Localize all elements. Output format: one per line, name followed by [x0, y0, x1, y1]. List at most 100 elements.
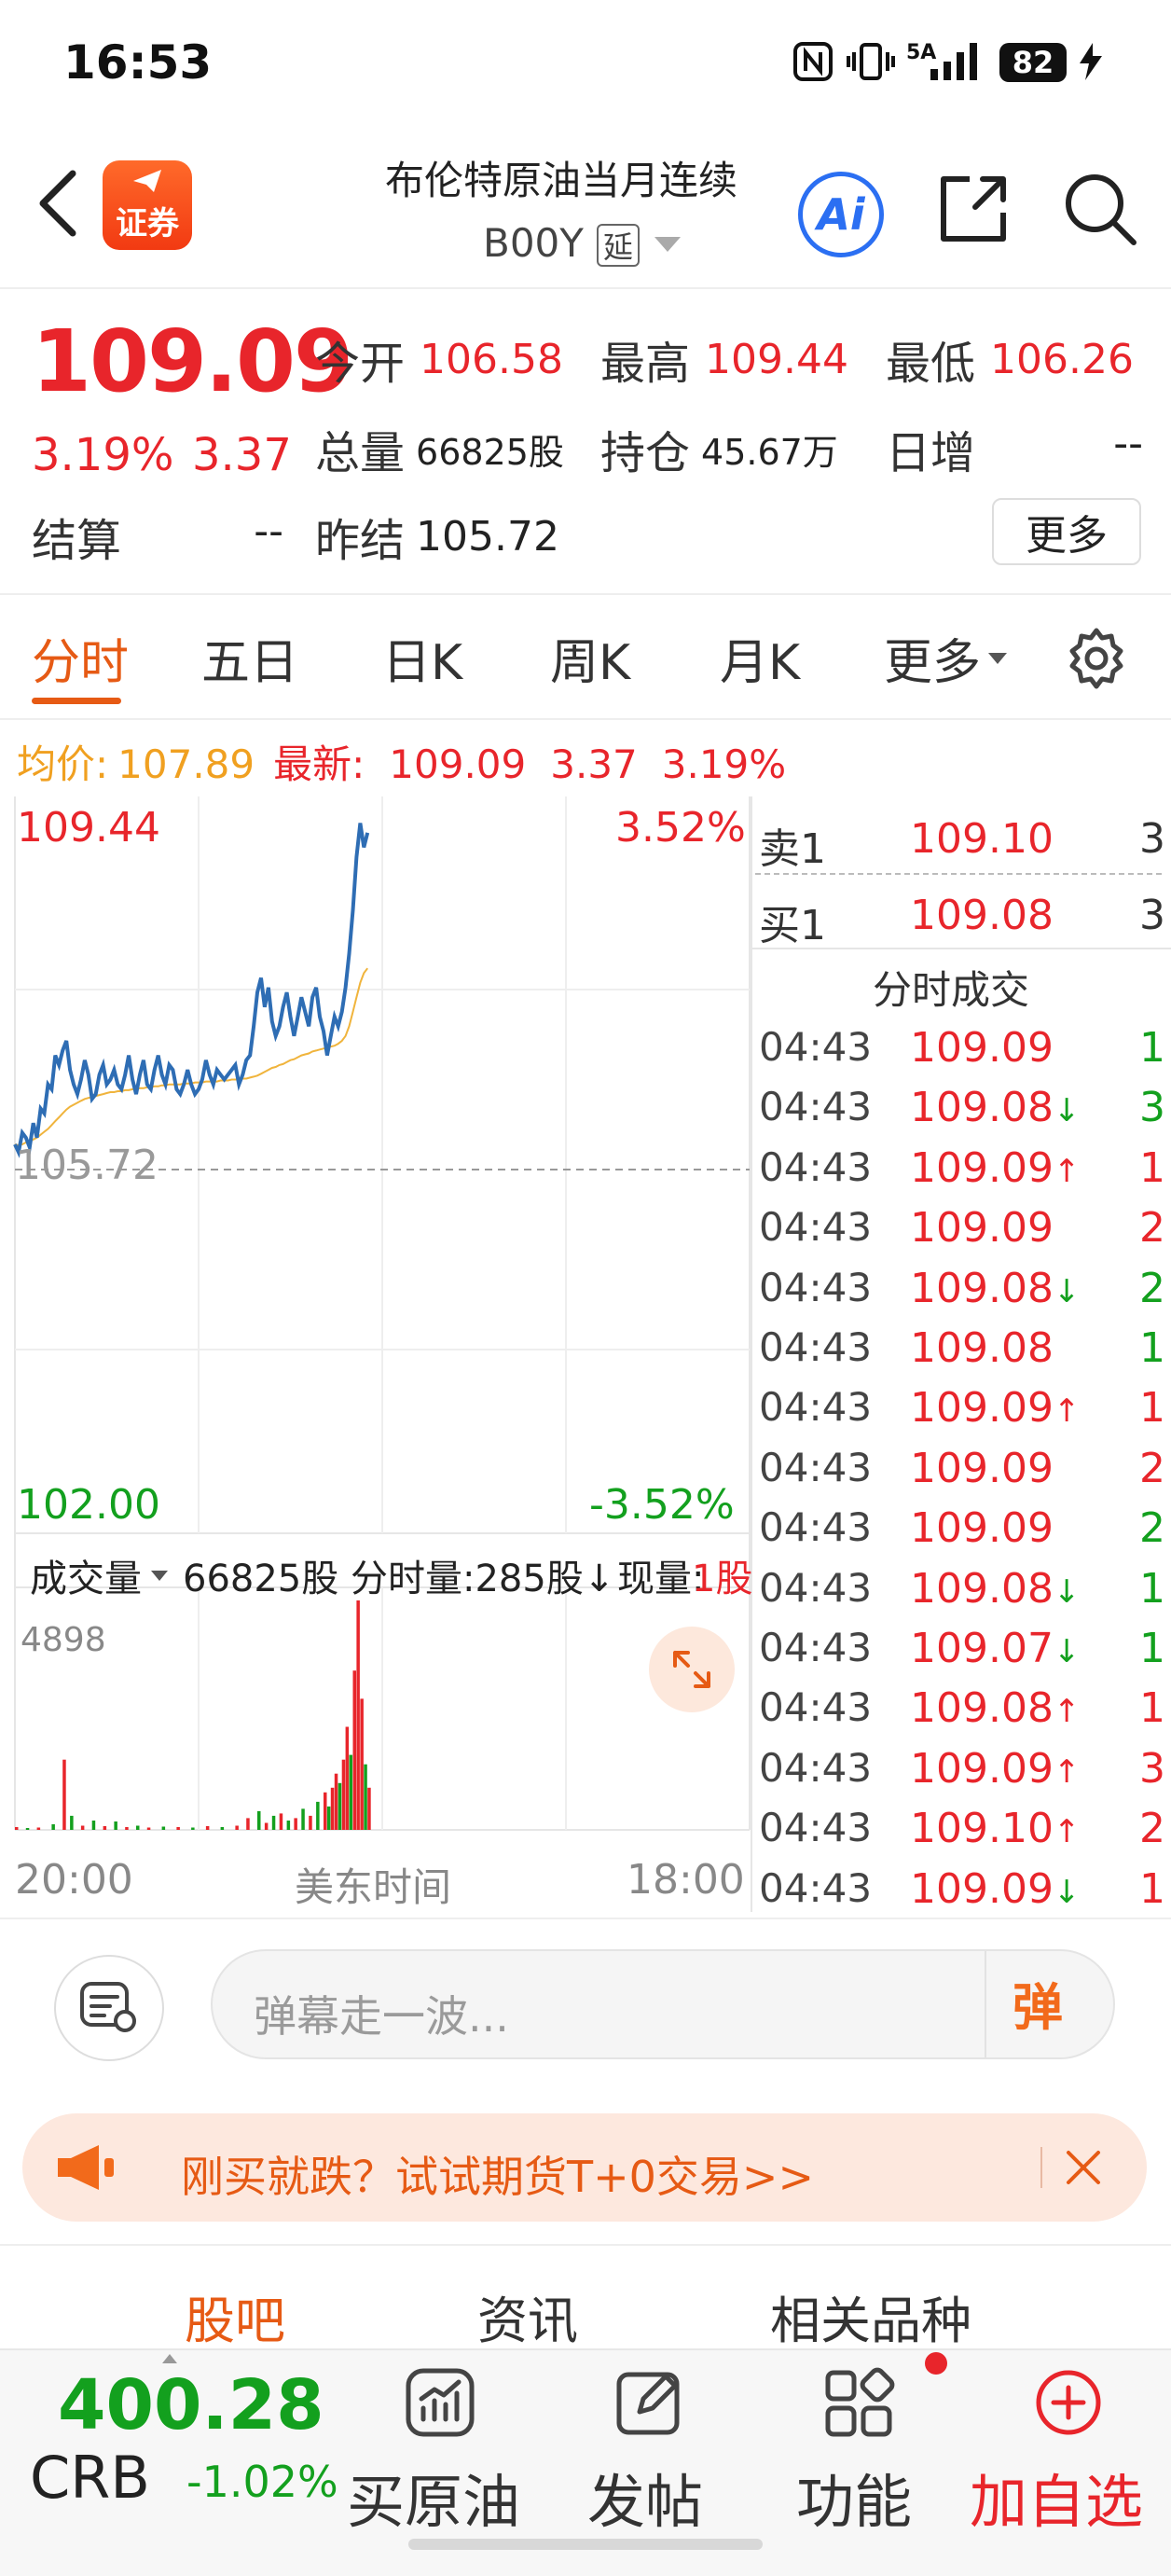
search-icon[interactable]	[1059, 168, 1141, 250]
volume-bar	[338, 1782, 342, 1830]
volume-bar	[271, 1815, 276, 1830]
field-high: 最高 109.44	[600, 335, 848, 391]
trade-time: 04:43	[759, 1024, 873, 1070]
ai-assistant-button[interactable]: Ai	[798, 172, 884, 257]
share-icon[interactable]	[932, 168, 1014, 250]
trade-volume: 1	[1139, 1024, 1165, 1072]
chart-grid	[14, 796, 752, 1912]
post-edit-icon[interactable]	[612, 2365, 686, 2440]
ask1-volume: 3	[1139, 815, 1165, 863]
volume-bar	[324, 1792, 327, 1830]
battery-level: 82	[1012, 45, 1054, 80]
trade-price: 109.09	[910, 1024, 1054, 1072]
danmu-settings-button[interactable]	[54, 1955, 164, 2061]
volume-bar	[36, 1827, 41, 1830]
crb-index-value[interactable]: 400.28	[58, 2365, 324, 2445]
volume-bar	[326, 1806, 331, 1830]
field-low: 最低 106.26	[886, 335, 1134, 391]
danmu-placeholder: 弹幕走一波...	[254, 1991, 509, 2042]
trade-volume: 2	[1139, 1204, 1165, 1253]
functions-grid-icon[interactable]	[822, 2365, 897, 2440]
trade-price: 109.08↑	[910, 1684, 1081, 1733]
trade-time: 04:43	[759, 1805, 873, 1851]
volume-max-label: 4898	[21, 1621, 106, 1659]
down-arrow-icon: ↓	[1053, 1092, 1081, 1130]
danmu-divider	[985, 1951, 986, 2057]
crb-index-name[interactable]: CRB	[30, 2444, 150, 2512]
last-price: 109.09	[32, 312, 353, 411]
trade-time: 04:43	[759, 1444, 873, 1490]
section-tab-news[interactable]: 资讯	[477, 2279, 578, 2353]
trade-volume: 2	[1139, 1444, 1165, 1492]
volume-bar	[220, 1827, 225, 1830]
section-tab-related[interactable]: 相关品种	[770, 2279, 971, 2353]
field-settlement: 结算 --	[32, 507, 283, 567]
home-indicator[interactable]	[408, 2539, 763, 2550]
latest-label: 最新:	[273, 741, 365, 787]
gear-icon[interactable]	[1063, 625, 1130, 692]
more-caret-icon	[988, 652, 1008, 664]
add-watchlist-icon[interactable]	[1031, 2365, 1106, 2440]
trade-volume: 1	[1139, 1684, 1165, 1733]
volume-bar	[364, 1764, 367, 1830]
volume-bar	[246, 1818, 250, 1830]
section-tab-forum[interactable]: 股吧	[185, 2279, 285, 2353]
y-axis-mid-label: 105.72	[15, 1142, 158, 1189]
trade-chart-icon[interactable]	[403, 2365, 477, 2440]
close-icon[interactable]	[1063, 2147, 1104, 2188]
intraday-info-bar: 均价: 107.89 最新: 109.09 3.37 3.19%	[17, 733, 786, 790]
volume-bar	[103, 1826, 107, 1830]
down-arrow-icon: ↓	[1053, 1633, 1081, 1670]
dropdown-caret-icon	[151, 1570, 168, 1581]
trades-title: 分时成交	[873, 967, 1030, 1013]
promo-text[interactable]: 刚买就跌？试试期货T+0交易>>	[181, 2143, 814, 2205]
volume-bar	[91, 1821, 96, 1830]
volume-bar	[15, 1827, 19, 1830]
crb-expand-caret-icon[interactable]	[162, 2354, 177, 2363]
trade-price: 109.10↑	[910, 1805, 1081, 1853]
tab-weekly-k[interactable]: 周K	[550, 623, 630, 693]
tab-monthly-k[interactable]: 月K	[720, 623, 800, 693]
danmu-send-button[interactable]: 弹	[1013, 1966, 1063, 2040]
bid1-label: 买1	[759, 902, 826, 949]
trade-time: 04:43	[759, 1504, 873, 1551]
tab-five-day[interactable]: 五日	[201, 623, 298, 693]
volume-bar	[345, 1726, 350, 1830]
instrument-code: B00Y	[483, 220, 584, 266]
y-axis-top-label: 109.44	[17, 804, 160, 852]
tab-more[interactable]: 更多	[884, 623, 1008, 693]
ask1-label: 卖1	[759, 825, 826, 873]
post-button[interactable]: 发帖	[587, 2455, 703, 2539]
code-dropdown-caret-icon[interactable]	[654, 237, 681, 252]
volume-bar	[334, 1773, 338, 1830]
add-watchlist-button[interactable]: 加自选	[970, 2455, 1143, 2539]
trades-divider	[751, 948, 1171, 949]
absolute-change: 3.37	[192, 429, 292, 481]
crb-index-change[interactable]: -1.02%	[186, 2457, 338, 2507]
down-arrow-icon: ↓	[1053, 1873, 1081, 1911]
tab-daily-k[interactable]: 日K	[382, 623, 462, 693]
promo-divider	[1040, 2147, 1042, 2188]
volume-bar	[70, 1815, 74, 1830]
trade-volume: 1	[1139, 1324, 1165, 1372]
functions-button[interactable]: 功能	[796, 2455, 912, 2539]
trade-price: 109.09	[910, 1504, 1054, 1553]
volume-indicator-dropdown[interactable]: 成交量	[30, 1548, 168, 1602]
latest-value: 109.09	[389, 741, 527, 787]
trade-price: 109.09↑	[910, 1384, 1081, 1433]
buy-oil-button[interactable]: 买原油	[347, 2455, 520, 2539]
more-quote-button[interactable]: 更多	[992, 498, 1141, 565]
volume-bar	[191, 1827, 195, 1830]
up-arrow-icon: ↑	[1053, 1152, 1081, 1190]
volume-bar	[279, 1813, 283, 1830]
up-arrow-icon: ↑	[1053, 1693, 1081, 1731]
tab-intraday[interactable]: 分时	[32, 623, 129, 693]
trade-time: 04:43	[759, 1324, 873, 1370]
volume-bar	[146, 1827, 151, 1830]
trade-volume: 3	[1139, 1744, 1165, 1793]
up-arrow-icon: ↑	[1053, 1392, 1081, 1431]
volume-bar	[330, 1787, 335, 1830]
danmu-settings-icon	[80, 1982, 136, 2032]
expand-chart-button[interactable]	[649, 1627, 735, 1712]
signal-icon	[930, 43, 977, 80]
